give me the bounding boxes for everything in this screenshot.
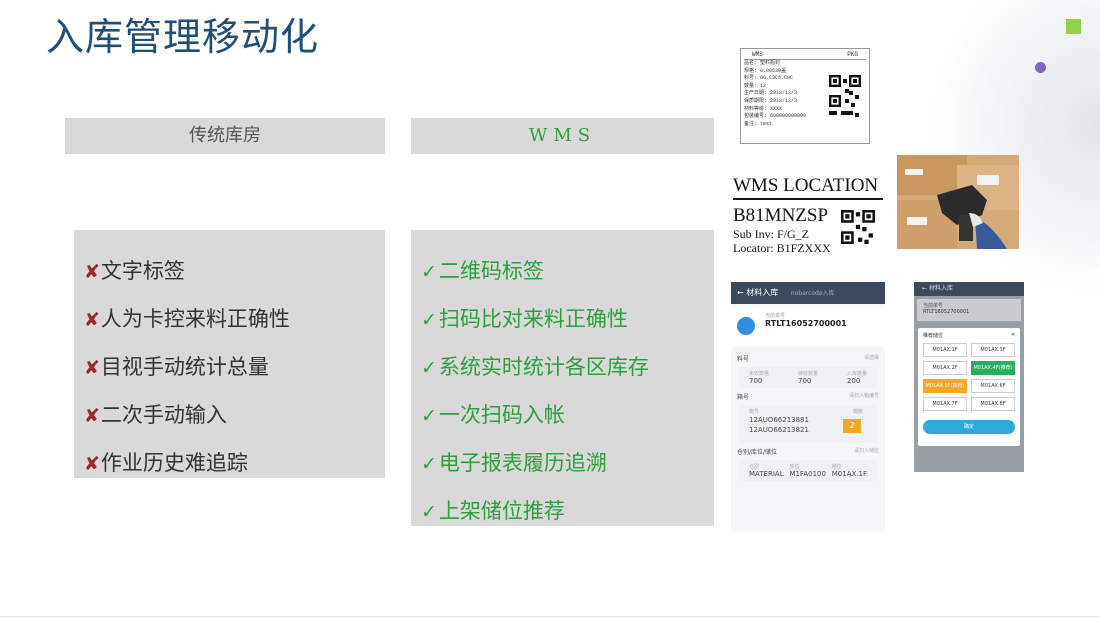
traditional-list: ✘文字标签 ✘人为卡控来料正确性 ✘目视手动统计总量 ✘二次手动输入 ✘作业历史… xyxy=(74,230,385,478)
location-option[interactable]: M01AX.3F xyxy=(971,343,1015,357)
box-count-badge: 2 xyxy=(843,419,861,433)
location-option-recommended[interactable]: M01AX.5F(推荐) xyxy=(923,379,967,393)
list-item: ✘人为卡控来料正确性 xyxy=(84,307,290,331)
list-item: ✘目视手动统计总量 xyxy=(84,355,269,379)
back-arrow-icon[interactable]: ← xyxy=(922,285,929,292)
label-head-left: WMS xyxy=(752,51,763,58)
section-header: 箱号 请扫入箱编号 xyxy=(737,393,879,401)
back-arrow-icon[interactable]: ← xyxy=(737,288,744,297)
traditional-header: 传统库房 xyxy=(65,118,385,154)
box-list: 箱号 箱数 12AUO66213881 12AUO66213821 2 xyxy=(739,405,877,443)
phone-receiving-screen: ← 材料入库 nobarcode入库 当前单号 RTLT16052700001 … xyxy=(731,282,885,532)
list-item: ✘作业历史难追踪 xyxy=(84,451,248,475)
list-item: ✓上架储位推荐 xyxy=(421,499,565,523)
package-label-card: WMS PKG 品名: 塑料瓶封 规格: 0.00530盖 料号: 66.C3C5… xyxy=(740,48,870,144)
phone2-order-card: 当前单号 RTLT16052700001 xyxy=(917,299,1021,321)
confirm-button[interactable]: 确定 xyxy=(923,420,1015,434)
check-icon: ✓ xyxy=(421,405,437,427)
scanner-photo xyxy=(897,155,1019,249)
check-icon: ✓ xyxy=(421,309,437,331)
location-title: WMS LOCATION xyxy=(733,175,883,200)
purple-dot-decoration xyxy=(1035,62,1046,73)
recommend-dialog: 推荐储位 ✕ M01AX.1F M01AX.3F M01AX.2F M01AX.4… xyxy=(918,328,1020,446)
phone-title-bar: ← 材料入库 nobarcode入库 xyxy=(731,282,885,304)
check-icon: ✓ xyxy=(421,453,437,475)
check-icon: ✓ xyxy=(421,261,437,283)
label-row: 品名: 塑料瓶封 xyxy=(744,60,781,66)
order-label: 当前单号 xyxy=(765,313,786,319)
page-title: 入库管理移动化 xyxy=(46,15,320,59)
list-item: ✓系统实时统计各区库存 xyxy=(421,355,649,379)
phone-recommend-screen: ← 材料入库 当前单号 RTLT16052700001 推荐储位 ✕ M01AX.… xyxy=(914,282,1024,472)
list-item: ✓电子报表履历追溯 xyxy=(421,451,607,475)
label-head-right: PKG xyxy=(847,51,858,58)
location-fields: 仓别 MATERIAL 库位 M1FA0100 储位 M01AX.1F xyxy=(739,460,877,481)
green-square-decoration xyxy=(1066,19,1081,34)
section-header: 仓别/库位/储位 请扫入储位 xyxy=(737,448,879,456)
cross-icon: ✘ xyxy=(84,405,100,427)
cross-icon: ✘ xyxy=(84,309,100,331)
list-item: ✘文字标签 xyxy=(84,259,185,283)
location-label: WMS LOCATION B81MNZSP Sub Inv: F/G_Z Loc… xyxy=(733,175,883,255)
section-header: 料号 请选择 xyxy=(737,355,879,363)
close-icon[interactable]: ✕ xyxy=(1011,332,1015,339)
dialog-title: 推荐储位 xyxy=(923,333,944,339)
wms-list: ✓二维码标签 ✓扫码比对来料正确性 ✓系统实时统计各区库存 ✓一次扫码入帐 ✓电… xyxy=(411,230,714,526)
phone2-title-bar: ← 材料入库 xyxy=(914,282,1024,296)
wms-header: WMS xyxy=(411,118,714,154)
list-item: ✓一次扫码入帐 xyxy=(421,403,565,427)
phone-subtitle: nobarcode入库 xyxy=(790,290,835,297)
qr-code-icon xyxy=(829,75,861,119)
list-item: ✓二维码标签 xyxy=(421,259,544,283)
quantity-stats: 未收数量 700 待收数量 700 入库数量 200 xyxy=(739,367,877,388)
qr-code-icon xyxy=(841,210,875,244)
document-icon xyxy=(737,317,755,335)
phone-title: 材料入库 xyxy=(746,288,779,297)
divider xyxy=(0,616,1100,617)
location-option-recommended[interactable]: M01AX.4F(推荐) xyxy=(971,361,1015,375)
check-icon: ✓ xyxy=(421,357,437,379)
location-option[interactable]: M01AX.7F xyxy=(923,397,967,411)
location-option[interactable]: M01AX.2F xyxy=(923,361,967,375)
cross-icon: ✘ xyxy=(84,453,100,475)
location-option[interactable]: M01AX.1F xyxy=(923,343,967,357)
order-number: RTLT16052700001 xyxy=(765,319,847,328)
list-item: ✓扫码比对来料正确性 xyxy=(421,307,628,331)
label-row: 备注: test xyxy=(744,120,773,127)
list-item: ✘二次手动输入 xyxy=(84,403,227,427)
cross-icon: ✘ xyxy=(84,261,100,283)
order-card: 当前单号 RTLT16052700001 xyxy=(731,308,885,346)
location-option[interactable]: M01AX.6F xyxy=(971,379,1015,393)
cross-icon: ✘ xyxy=(84,357,100,379)
location-option[interactable]: M01AX.8F xyxy=(971,397,1015,411)
check-icon: ✓ xyxy=(421,501,437,523)
